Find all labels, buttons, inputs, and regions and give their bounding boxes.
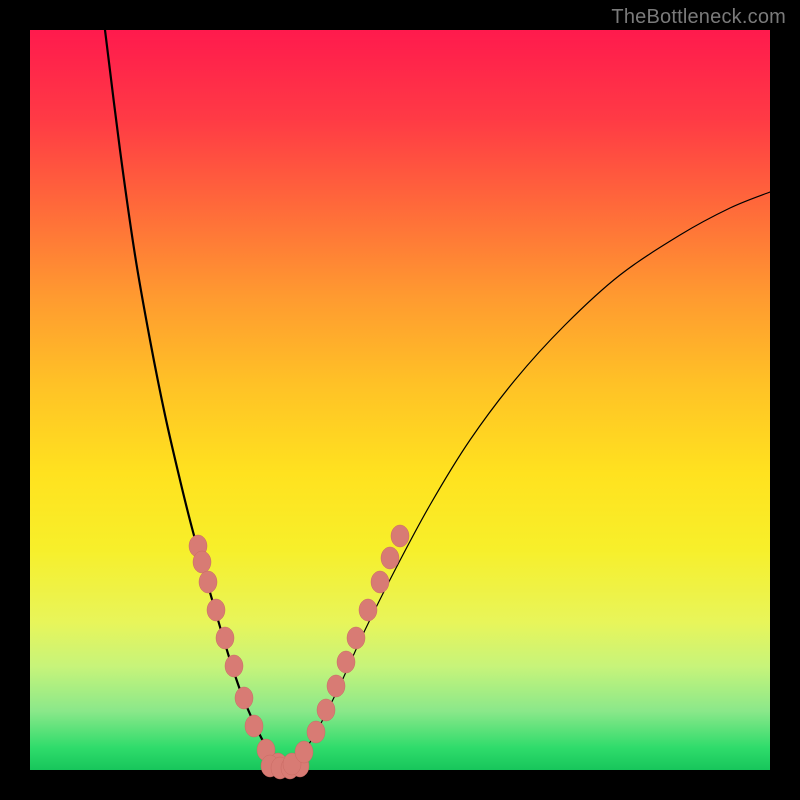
data-bead bbox=[347, 627, 365, 649]
data-bead bbox=[207, 599, 225, 621]
data-bead bbox=[307, 721, 325, 743]
beads-group bbox=[189, 525, 409, 779]
data-bead bbox=[359, 599, 377, 621]
data-bead bbox=[225, 655, 243, 677]
plot-area bbox=[30, 30, 770, 770]
watermark-text: TheBottleneck.com bbox=[611, 6, 786, 29]
curve-right-branch bbox=[290, 192, 770, 768]
data-bead bbox=[337, 651, 355, 673]
curve-left-branch bbox=[105, 30, 280, 768]
data-bead bbox=[199, 571, 217, 593]
outer-frame: TheBottleneck.com bbox=[0, 0, 800, 800]
data-bead bbox=[245, 715, 263, 737]
data-bead bbox=[371, 571, 389, 593]
data-bead bbox=[193, 551, 211, 573]
data-bead bbox=[216, 627, 234, 649]
data-bead bbox=[391, 525, 409, 547]
data-bead bbox=[327, 675, 345, 697]
data-bead bbox=[317, 699, 335, 721]
data-bead bbox=[381, 547, 399, 569]
data-bead bbox=[295, 741, 313, 763]
data-bead bbox=[235, 687, 253, 709]
bottleneck-curve bbox=[30, 30, 770, 770]
